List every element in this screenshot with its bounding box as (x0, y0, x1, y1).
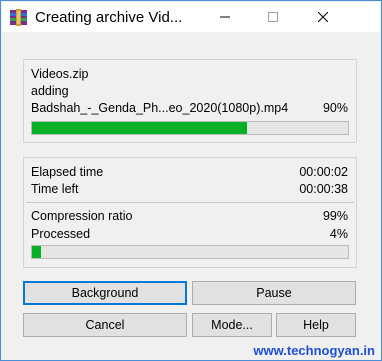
divider (26, 202, 354, 203)
archive-action: adding (31, 84, 69, 98)
winrar-dialog: Creating archive Vid... Videos.zip addin… (0, 0, 382, 361)
window-title: Creating archive Vid... (35, 9, 183, 26)
minimize-button[interactable] (202, 2, 248, 32)
mode-button[interactable]: Mode... (192, 313, 272, 337)
processed-progress-fill (32, 246, 42, 258)
archive-name: Videos.zip (31, 67, 89, 81)
processed-progress-bar (31, 245, 349, 259)
time-left-value: 00:00:38 (299, 182, 348, 196)
processed-value: 4% (329, 227, 348, 241)
title-bar[interactable]: Creating archive Vid... (2, 2, 380, 32)
processed-label: Processed (31, 227, 91, 241)
background-button[interactable]: Background (23, 281, 187, 305)
compression-ratio-value: 99% (322, 209, 348, 223)
maximize-button[interactable] (250, 2, 296, 32)
help-button[interactable]: Help (276, 313, 356, 337)
pause-button[interactable]: Pause (192, 281, 356, 305)
elapsed-time-label: Elapsed time (31, 165, 104, 179)
time-left-label: Time left (31, 182, 79, 196)
minimize-icon (220, 16, 230, 18)
stats-group: Elapsed time 00:00:02 Time left 00:00:38… (23, 157, 357, 268)
elapsed-time-value: 00:00:02 (299, 165, 348, 179)
file-percent: 90% (322, 101, 348, 115)
file-progress-group: Videos.zip adding Badshah_-_Genda_Ph...e… (23, 59, 357, 143)
current-file-name: Badshah_-_Genda_Ph...eo_2020(1080p).mp4 (31, 101, 289, 115)
compression-ratio-label: Compression ratio (31, 209, 133, 223)
file-progress-bar (31, 121, 349, 135)
watermark-text: www.technogyan.in (253, 343, 375, 358)
cancel-button[interactable]: Cancel (23, 313, 187, 337)
close-icon (318, 12, 328, 22)
maximize-icon (268, 12, 278, 22)
file-progress-fill (32, 122, 247, 134)
winrar-icon (10, 9, 27, 26)
close-button[interactable] (300, 2, 346, 32)
